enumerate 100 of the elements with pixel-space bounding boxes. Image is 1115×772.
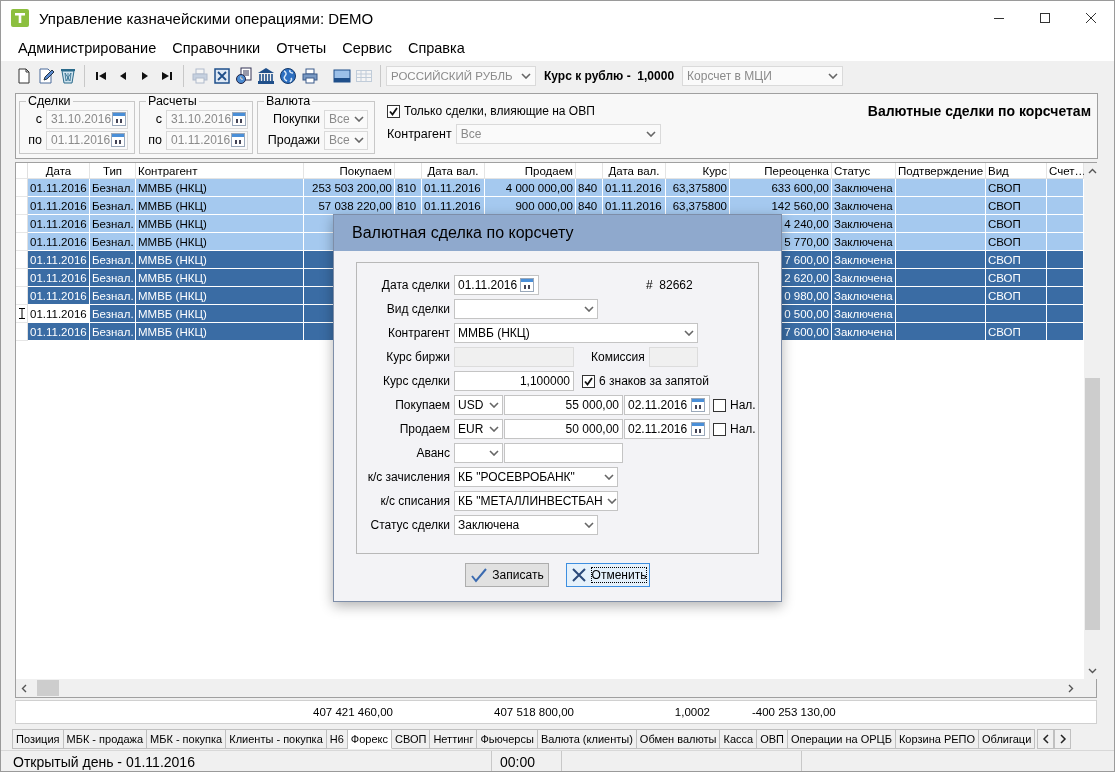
- status-time: 00:00: [491, 751, 561, 771]
- table-cell: Безнал.: [90, 305, 136, 323]
- field-label: Вид сделки: [385, 302, 450, 316]
- window-title: Управление казначейскими операциями: DEMO: [39, 9, 375, 27]
- table-cell: Заключена: [832, 215, 896, 233]
- table-cell: Заключена: [832, 287, 896, 305]
- table-cell: Заключена: [832, 323, 896, 341]
- field-label: Покупаем: [394, 398, 450, 412]
- input-field[interactable]: 50 000,00: [504, 419, 623, 439]
- field-label: Контрагент: [386, 326, 450, 340]
- date-field[interactable]: 02.11.2016: [624, 395, 710, 415]
- total-value: 407 421 460,00: [313, 706, 393, 718]
- field-label: Комиссия: [591, 350, 645, 364]
- table-cell: ММВБ (НКЦ): [136, 251, 304, 269]
- cancel-button[interactable]: Отменить: [566, 563, 650, 587]
- tab[interactable]: Н6: [326, 729, 348, 749]
- table-cell: 01.11.2016: [28, 179, 90, 197]
- table-cell: 840: [576, 197, 603, 215]
- field-label: с: [34, 112, 42, 126]
- table-cell: Безнал.: [90, 197, 136, 215]
- table-cell: ММВБ (НКЦ): [136, 323, 304, 341]
- table-cell: 840: [576, 179, 603, 197]
- checkbox-label: 6 знаков за запятой: [599, 374, 709, 388]
- field-label: к/с списания: [379, 494, 450, 508]
- tab[interactable]: МБК - продажа: [63, 729, 148, 749]
- tab[interactable]: Клиенты - покупка: [226, 729, 327, 749]
- tab[interactable]: Валюта (клиенты): [537, 729, 637, 749]
- table-cell: Безнал.: [90, 251, 136, 269]
- table-cell: ММВБ (НКЦ): [136, 233, 304, 251]
- field-label: # 82662: [646, 278, 693, 292]
- table-cell: 63,375800: [666, 179, 730, 197]
- menu-item[interactable]: Администрирование: [18, 40, 157, 56]
- dropdown[interactable]: КБ "МЕТАЛЛИНВЕСТБАН: [454, 491, 618, 511]
- table-cell: Безнал.: [90, 287, 136, 305]
- table-cell: СВОП: [986, 215, 1047, 233]
- table-cell: 01.11.2016: [28, 215, 90, 233]
- tab[interactable]: Операции на ОРЦБ: [787, 729, 896, 749]
- save-button[interactable]: Записать: [465, 563, 549, 587]
- table-cell: 01.11.2016: [28, 251, 90, 269]
- field-label: Покупки: [272, 112, 320, 126]
- tab[interactable]: Обмен валюты: [636, 729, 721, 749]
- table-cell: Заключена: [832, 269, 896, 287]
- dropdown[interactable]: ММВБ (НКЦ): [454, 323, 698, 343]
- table-cell: Безнал.: [90, 323, 136, 341]
- exchange-rate-label: Курс к рублю - 1,0000: [544, 69, 675, 83]
- tab[interactable]: Корзина РЕПО: [895, 729, 980, 749]
- table-cell: 810: [395, 179, 422, 197]
- tab[interactable]: Касса: [720, 729, 758, 749]
- field-label: по: [147, 133, 162, 147]
- table-cell: СВОП: [986, 269, 1047, 287]
- date-field[interactable]: 02.11.2016: [624, 419, 710, 439]
- tab[interactable]: Неттинг: [430, 729, 478, 749]
- field-label: Курс биржи: [385, 350, 450, 364]
- table-cell: Заключена: [832, 179, 896, 197]
- group-title: Валюта: [265, 94, 312, 108]
- field-label: Продажи: [266, 133, 320, 147]
- menu-item[interactable]: Сервис: [342, 40, 392, 56]
- table-cell: 253 503 200,00: [304, 179, 395, 197]
- table-cell: Заключена: [832, 305, 896, 323]
- table-cell: 900 000,00: [485, 197, 576, 215]
- dropdown[interactable]: USD: [454, 395, 503, 415]
- menu-item[interactable]: Справочники: [172, 40, 261, 56]
- menu-item[interactable]: Справка: [407, 40, 465, 56]
- field-label: Аванс: [415, 446, 450, 460]
- group-title: Расчеты: [147, 94, 198, 108]
- dropdown[interactable]: Заключена: [454, 515, 598, 535]
- tab[interactable]: СВОП: [392, 729, 431, 749]
- dropdown[interactable]: EUR: [454, 419, 503, 439]
- table-cell: Безнал.: [90, 179, 136, 197]
- tab[interactable]: МБК - покупка: [147, 729, 227, 749]
- table-cell: 01.11.2016: [28, 323, 90, 341]
- checkbox-label: Нал.: [730, 398, 756, 412]
- table-cell: 63,375800: [666, 197, 730, 215]
- checkbox-label: Нал.: [730, 422, 756, 436]
- tab[interactable]: Позиция: [12, 729, 64, 749]
- tab[interactable]: Облигаци: [979, 729, 1036, 749]
- field-label: Статус сделки: [369, 518, 450, 532]
- table-cell: 01.11.2016: [28, 233, 90, 251]
- tab[interactable]: Форекс: [347, 729, 392, 749]
- table-cell: 142 560,00: [730, 197, 832, 215]
- date-field[interactable]: 01.11.2016: [454, 275, 539, 295]
- tab[interactable]: Фьючерсы: [477, 729, 538, 749]
- table-cell: Безнал.: [90, 215, 136, 233]
- menu-item[interactable]: Отчеты: [276, 40, 327, 56]
- table-cell: 57 038 220,00: [304, 197, 395, 215]
- table-cell: Безнал.: [90, 233, 136, 251]
- tab[interactable]: ОВП: [757, 729, 788, 749]
- table-cell: СВОП: [986, 179, 1047, 197]
- table-cell: 4 000 000,00: [485, 179, 576, 197]
- field-label: Курс сделки: [381, 374, 450, 388]
- total-value: -400 253 130,00: [752, 706, 836, 718]
- table-cell: 633 600,00: [730, 179, 832, 197]
- input-field[interactable]: 55 000,00: [504, 395, 623, 415]
- table-cell: 01.11.2016: [603, 197, 666, 215]
- dropdown[interactable]: КБ "РОСЕВРОБАНК": [454, 467, 618, 487]
- table-cell: 01.11.2016: [28, 269, 90, 287]
- input-field[interactable]: 1,100000: [454, 371, 574, 391]
- table-cell: 01.11.2016: [603, 179, 666, 197]
- table-cell: СВОП: [986, 197, 1047, 215]
- table-cell: СВОП: [986, 287, 1047, 305]
